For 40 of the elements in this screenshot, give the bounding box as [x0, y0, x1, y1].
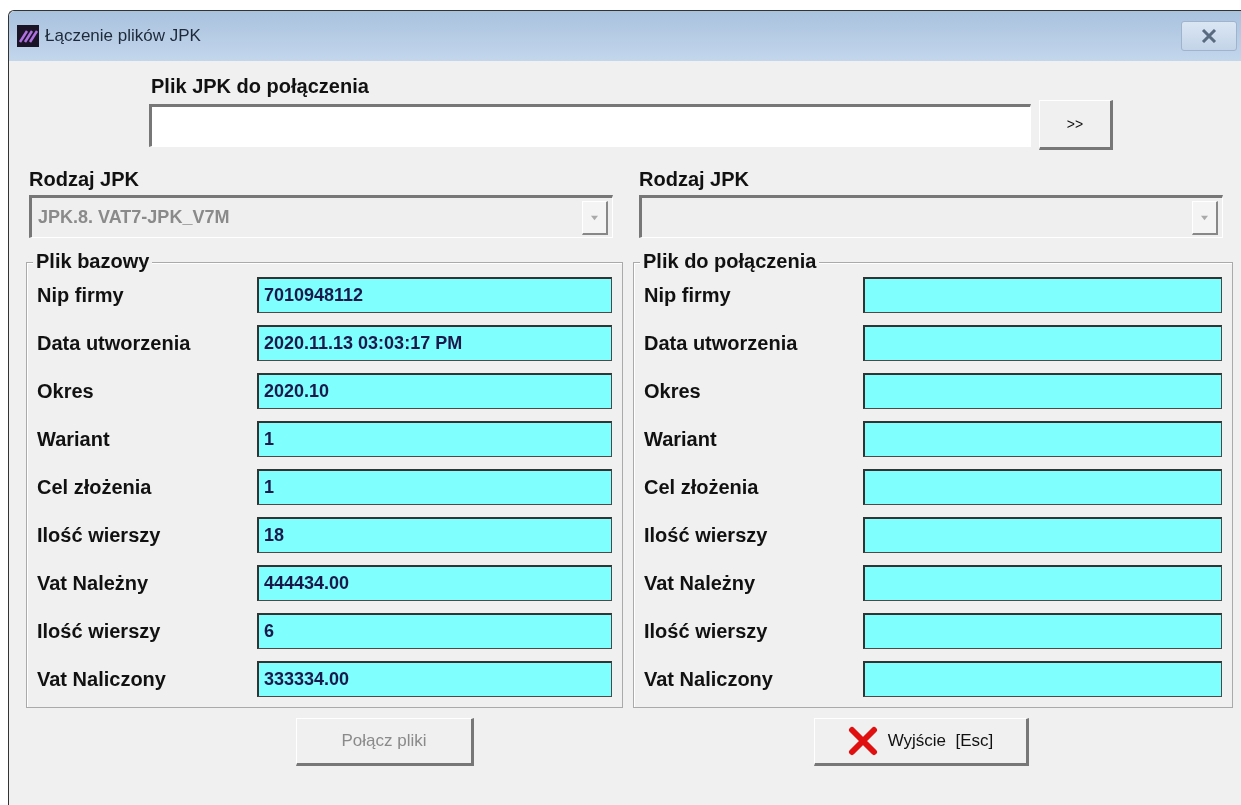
close-icon — [847, 726, 878, 756]
field-label: Cel złożenia — [644, 475, 759, 498]
value-field: 2020.11.13 03:03:17 PM — [257, 325, 612, 361]
field-label: Nip firmy — [37, 283, 124, 306]
field-label: Okres — [644, 379, 701, 402]
field-label: Wariant — [644, 427, 717, 450]
browse-button[interactable]: >> — [1039, 100, 1113, 150]
app-logo-icon — [17, 25, 39, 47]
field-label: Wariant — [37, 427, 110, 450]
field-label: Vat Naliczony — [37, 667, 166, 690]
group-title: Plik do połączenia — [640, 250, 820, 273]
value-field: 7010948112 — [257, 277, 612, 313]
file-path-field[interactable] — [149, 103, 1031, 147]
field-label: Vat Należny — [37, 571, 149, 594]
field-label: Ilość wierszy — [37, 619, 161, 642]
value-field: 2020.10 — [257, 373, 612, 409]
field-label: Okres — [37, 379, 94, 402]
field-label: Vat Naliczony — [644, 667, 773, 690]
close-icon — [1201, 29, 1217, 43]
field-label: Ilość wierszy — [644, 619, 768, 642]
close-button[interactable] — [1181, 21, 1237, 51]
value-field: 18 — [257, 517, 612, 553]
field-label: Data utworzenia — [644, 331, 798, 354]
value-field: 6 — [257, 613, 612, 649]
field-label: Rodzaj JPK — [639, 168, 751, 191]
field-label: Rodzaj JPK — [29, 168, 141, 191]
value-field: 1 — [257, 421, 612, 457]
value-field: 1 — [257, 469, 612, 505]
field-label: Nip firmy — [644, 283, 731, 306]
value-field: 444434.00 — [257, 565, 612, 601]
field-label: Ilość wierszy — [37, 523, 161, 546]
field-label: Plik JPK do połączenia — [151, 75, 369, 97]
value-field: 333334.00 — [257, 661, 612, 697]
exit-button[interactable]: Wyjście [Esc] — [814, 718, 1029, 766]
group-title: Plik bazowy — [33, 250, 153, 273]
field-label: Vat Należny — [644, 571, 756, 594]
field-label: Ilość wierszy — [644, 523, 768, 546]
field-label: Cel złożenia — [37, 475, 152, 498]
field-label: Data utworzenia — [37, 331, 191, 354]
window-title: Łączenie plików JPK — [45, 26, 202, 46]
